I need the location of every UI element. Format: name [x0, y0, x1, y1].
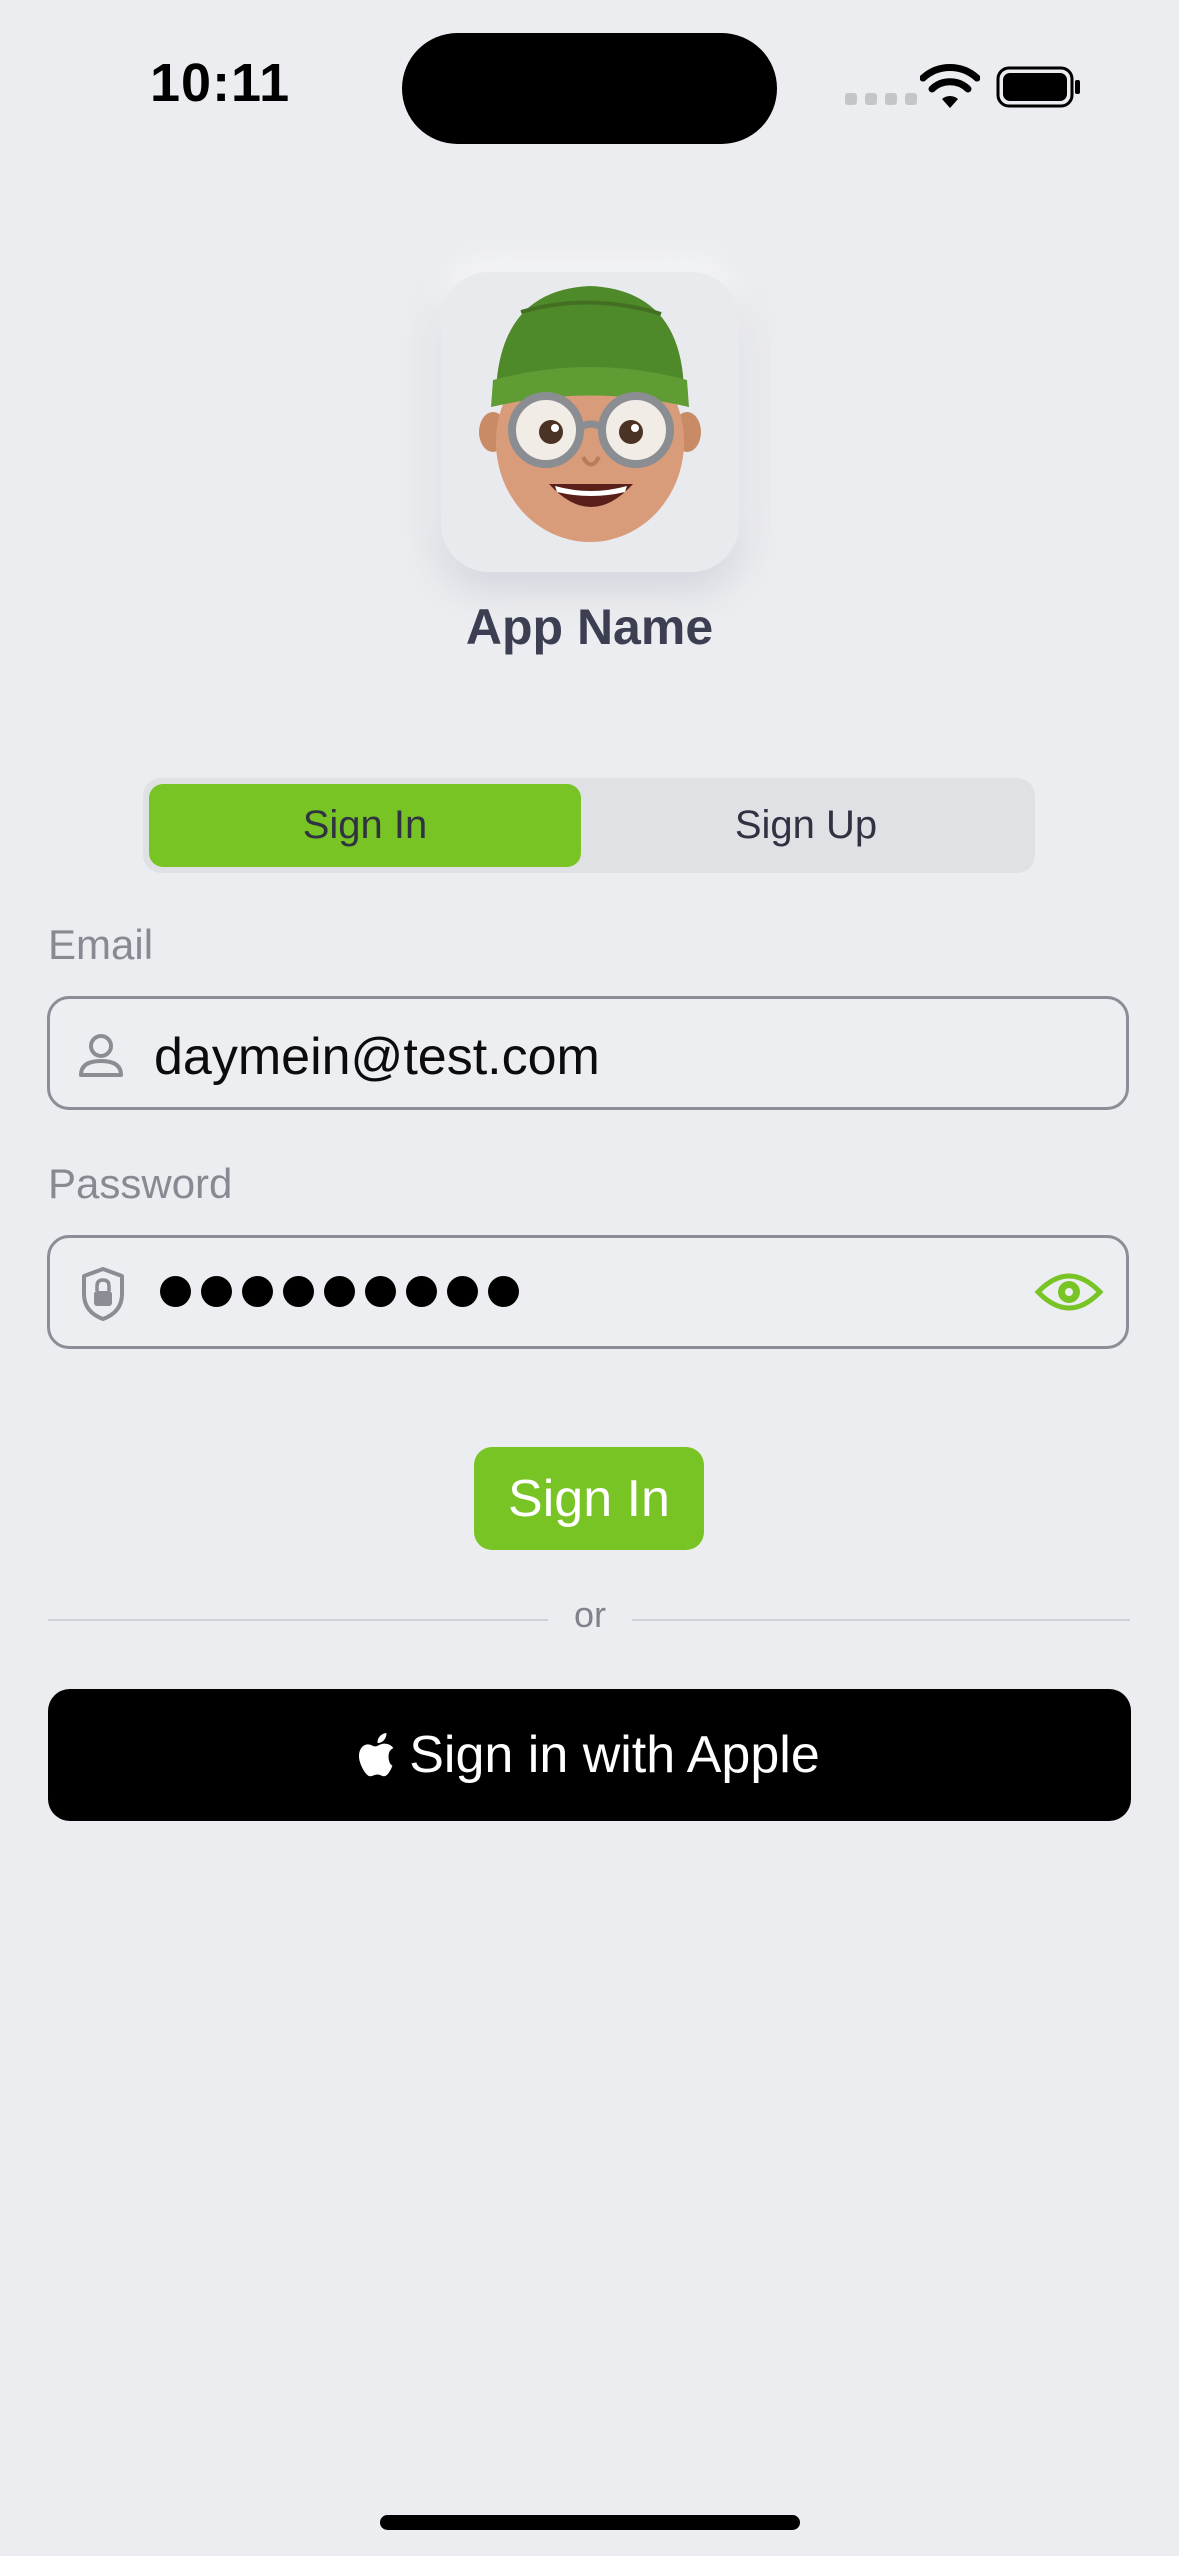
status-time: 10:11: [150, 53, 291, 113]
auth-mode-segmented-control: Sign In Sign Up: [143, 778, 1035, 873]
divider-or: or: [573, 1594, 606, 1635]
dynamic-island: [402, 33, 777, 144]
sign-in-with-apple-button[interactable]: Sign in with Apple: [48, 1689, 1131, 1821]
wifi-icon: [920, 64, 980, 108]
divider-left: [48, 1619, 548, 1621]
tab-sign-in[interactable]: Sign In: [149, 784, 581, 867]
password-masked-value: [160, 1276, 519, 1307]
app-logo: [441, 272, 739, 572]
password-label: Password: [48, 1160, 233, 1207]
person-icon: [79, 1034, 123, 1077]
battery-icon: [996, 66, 1080, 108]
cellular-signal-icon: [845, 93, 917, 105]
tab-sign-up[interactable]: Sign Up: [586, 784, 1026, 867]
divider-right: [632, 1619, 1130, 1621]
email-label: Email: [48, 921, 154, 968]
memoji-avatar-icon: [479, 286, 701, 542]
apple-logo-icon: [359, 1733, 394, 1777]
eye-icon[interactable]: [1034, 1268, 1104, 1316]
email-field[interactable]: daymein@test.com: [47, 996, 1129, 1110]
app-name: App Name: [465, 599, 714, 655]
sign-in-button[interactable]: Sign In: [474, 1447, 704, 1550]
email-value: daymein@test.com: [154, 1028, 600, 1086]
home-indicator[interactable]: [380, 2515, 800, 2530]
password-field[interactable]: [47, 1235, 1129, 1349]
shield-lock-icon: [82, 1267, 124, 1321]
apple-button-label: Sign in with Apple: [409, 1726, 820, 1784]
